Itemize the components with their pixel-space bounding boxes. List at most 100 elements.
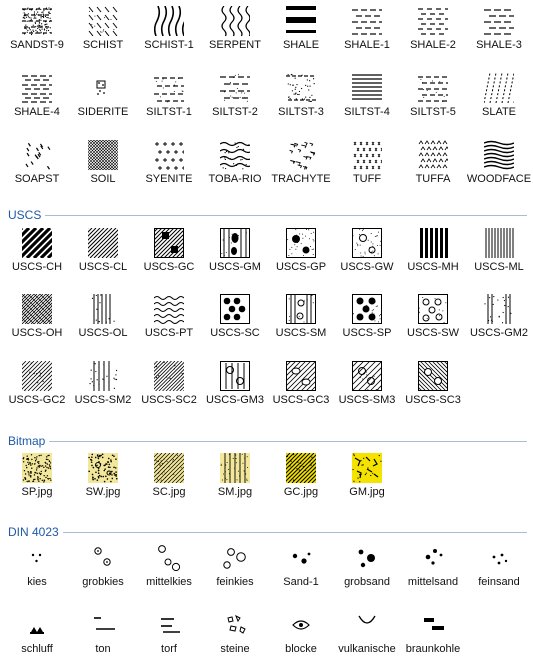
pattern-label: feinsand [478, 576, 520, 588]
pattern-item-uscs-gw[interactable]: USCS-GW [334, 228, 400, 288]
pattern-label: USCS-SC [210, 327, 260, 339]
braunkohle-symbol [418, 610, 448, 640]
pattern-item-siderite[interactable]: SIDERITE [70, 73, 136, 133]
pattern-item-feinkies[interactable]: feinkies [202, 543, 268, 603]
pattern-item-sand-1[interactable]: Sand-1 [268, 543, 334, 603]
pattern-item-uscs-sc3[interactable]: USCS-SC3 [400, 361, 466, 421]
pattern-item-sm-jpg[interactable]: SM.jpg [202, 453, 268, 513]
pattern-item-steine[interactable]: steine [202, 610, 268, 662]
pattern-item-torf[interactable]: torf [136, 610, 202, 662]
pattern-item-serpent[interactable]: SERPENT [202, 6, 268, 66]
pattern-item-kies[interactable]: kies [4, 543, 70, 603]
pattern-item-uscs-mh[interactable]: USCS-MH [400, 228, 466, 288]
pattern-item-uscs-ch[interactable]: USCS-CH [4, 228, 70, 288]
pattern-item-shale-1[interactable]: SHALE-1 [334, 6, 400, 66]
pattern-item-siltst-3[interactable]: SILTST-3 [268, 73, 334, 133]
pattern-label: Sand-1 [283, 576, 319, 588]
pattern-item-uscs-sm[interactable]: USCS-SM [268, 294, 334, 354]
pattern-item-sw-jpg[interactable]: SW.jpg [70, 453, 136, 513]
pattern-item-trachyte[interactable]: TRACHYTE [268, 140, 334, 200]
pattern-item-siltst-4[interactable]: SILTST-4 [334, 73, 400, 133]
pattern-item-mittelsand[interactable]: mittelsand [400, 543, 466, 603]
pattern-item-slate[interactable]: SLATE [466, 73, 532, 133]
pattern-item-uscs-sm3[interactable]: USCS-SM3 [334, 361, 400, 421]
section-divider [8, 215, 527, 216]
pattern-item-feinsand[interactable]: feinsand [466, 543, 532, 603]
pattern-label: USCS-CH [11, 261, 63, 273]
uscs-gm2-pattern [484, 294, 514, 324]
pattern-label: SHALE-3 [476, 39, 522, 51]
pattern-item-woodface[interactable]: WOODFACE [466, 140, 532, 200]
pattern-item-sp-jpg[interactable]: SP.jpg [4, 453, 70, 513]
pattern-label: USCS-GC2 [8, 394, 66, 406]
pattern-item-grobkies[interactable]: grobkies [70, 543, 136, 603]
din-row-1: kies grobkies mittelkies feinkies Sand-1 grob… [0, 543, 533, 603]
pattern-item-shale[interactable]: SHALE [268, 6, 334, 66]
pattern-item-gc-jpg[interactable]: GC.jpg [268, 453, 334, 513]
pattern-item-uscs-ol[interactable]: USCS-OL [70, 294, 136, 354]
pattern-label: SM.jpg [217, 486, 253, 498]
pattern-label: USCS-SM3 [338, 394, 396, 406]
pattern-item-blocke[interactable]: blocke [268, 610, 334, 662]
pattern-item-uscs-gm3[interactable]: USCS-GM3 [202, 361, 268, 421]
pattern-item-siltst-5[interactable]: SILTST-5 [400, 73, 466, 133]
pattern-item-uscs-gc2[interactable]: USCS-GC2 [4, 361, 70, 421]
uscs-pt-pattern [154, 294, 184, 324]
pattern-item-grobsand[interactable]: grobsand [334, 543, 400, 603]
shale-1-pattern [352, 6, 382, 36]
pattern-item-uscs-sc[interactable]: USCS-SC [202, 294, 268, 354]
shale-pattern [286, 6, 316, 36]
pattern-item-uscs-sm2[interactable]: USCS-SM2 [70, 361, 136, 421]
pattern-item-shale-4[interactable]: SHALE-4 [4, 73, 70, 133]
pattern-item-sc-jpg[interactable]: SC.jpg [136, 453, 202, 513]
pattern-item-uscs-pt[interactable]: USCS-PT [136, 294, 202, 354]
pattern-item-siltst-1[interactable]: SILTST-1 [136, 73, 202, 133]
pattern-item-vulkanische[interactable]: vulkanische [334, 610, 400, 662]
sand-1-symbol [286, 543, 316, 573]
pattern-item-uscs-sp[interactable]: USCS-SP [334, 294, 400, 354]
pattern-item-schist[interactable]: SCHIST [70, 6, 136, 66]
pattern-item-schluff[interactable]: schluff [4, 610, 70, 662]
pattern-item-uscs-sw[interactable]: USCS-SW [400, 294, 466, 354]
pattern-item-uscs-ml[interactable]: USCS-ML [466, 228, 532, 288]
pattern-item-soil[interactable]: SOIL [70, 140, 136, 200]
soapst-pattern [22, 140, 52, 170]
pattern-item-uscs-gc3[interactable]: USCS-GC3 [268, 361, 334, 421]
pattern-label: USCS-MH [407, 261, 459, 273]
pattern-item-uscs-gm[interactable]: USCS-GM [202, 228, 268, 288]
toba-rio-pattern [220, 140, 250, 170]
pattern-item-shale-3[interactable]: SHALE-3 [466, 6, 532, 66]
pattern-label: SOAPST [14, 173, 60, 185]
pattern-item-siltst-2[interactable]: SILTST-2 [202, 73, 268, 133]
pattern-label: USCS-SW [407, 327, 459, 339]
pattern-item-uscs-cl[interactable]: USCS-CL [70, 228, 136, 288]
pattern-item-uscs-gp[interactable]: USCS-GP [268, 228, 334, 288]
pattern-label: USCS-GM [209, 261, 261, 273]
pattern-item-soapst[interactable]: SOAPST [4, 140, 70, 200]
pattern-item-gm-jpg[interactable]: GM.jpg [334, 453, 400, 513]
pattern-item-sandst-9[interactable]: SANDST-9 [4, 6, 70, 66]
pattern-item-ton[interactable]: ton [70, 610, 136, 662]
section-divider [8, 532, 527, 533]
pattern-row-3: SOAPST SOIL SYENITE TOBA-RIO TRACHYTE TUFF TUF… [0, 140, 533, 200]
pattern-item-tuffa[interactable]: TUFFA [400, 140, 466, 200]
pattern-label: USCS-GM2 [469, 327, 529, 339]
pattern-item-schist-1[interactable]: SCHIST-1 [136, 6, 202, 66]
uscs-sm3-pattern [352, 361, 382, 391]
pattern-label: USCS-OL [78, 327, 128, 339]
pattern-item-syenite[interactable]: SYENITE [136, 140, 202, 200]
pattern-item-uscs-gc[interactable]: USCS-GC [136, 228, 202, 288]
pattern-item-shale-2[interactable]: SHALE-2 [400, 6, 466, 66]
uscs-gc2-pattern [22, 361, 52, 391]
syenite-pattern [154, 140, 184, 170]
pattern-item-uscs-gm2[interactable]: USCS-GM2 [466, 294, 532, 354]
pattern-label: braunkohle [405, 643, 461, 655]
pattern-item-toba-rio[interactable]: TOBA-RIO [202, 140, 268, 200]
schluff-symbol [22, 610, 52, 640]
pattern-item-mittelkies[interactable]: mittelkies [136, 543, 202, 603]
pattern-label: SYENITE [145, 173, 193, 185]
pattern-item-tuff[interactable]: TUFF [334, 140, 400, 200]
pattern-item-uscs-oh[interactable]: USCS-OH [4, 294, 70, 354]
pattern-item-uscs-sc2[interactable]: USCS-SC2 [136, 361, 202, 421]
pattern-item-braunkohle[interactable]: braunkohle [400, 610, 466, 662]
